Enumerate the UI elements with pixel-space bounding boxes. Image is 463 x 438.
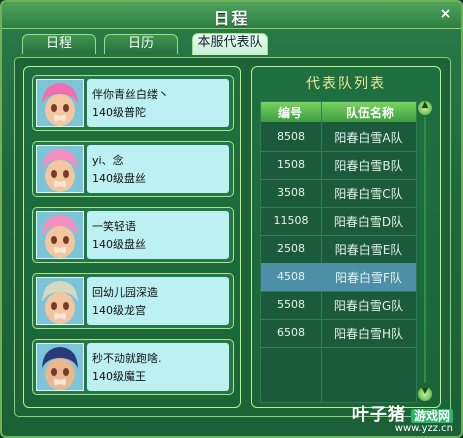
- team-id: 3508: [277, 186, 305, 199]
- character-portrait-icon: [36, 145, 84, 193]
- team-id: 11508: [273, 214, 309, 227]
- character-portrait-icon: [36, 343, 84, 391]
- schedule-window: 日程 × 日程 日历 本服代表队 伴你青丝白缕丶 140级普陀 yi、念 140级盘丝…: [0, 0, 463, 438]
- member-card[interactable]: 伴你青丝白缕丶 140级普陀: [32, 75, 234, 131]
- column-header-id: 编号: [278, 106, 303, 120]
- team-list-title: 代表队列表: [306, 76, 386, 92]
- table-header: 编号 队伍名称: [261, 102, 416, 122]
- team-id: 2508: [277, 242, 305, 255]
- member-info: 一笑轻语 140级盘丝: [87, 211, 229, 259]
- member-name: 一笑轻语: [92, 220, 136, 233]
- member-level: 140级魔王: [92, 370, 146, 383]
- character-portrait-icon: [36, 277, 84, 325]
- watermark-brand: 叶子猪: [351, 405, 406, 425]
- team-name: 阳春白雪D队: [333, 215, 404, 229]
- team-id: 4508: [277, 270, 305, 283]
- member-level: 140级普陀: [92, 106, 146, 119]
- column-header-name: 队伍名称: [346, 106, 395, 120]
- team-list-panel: 代表队列表 编号 队伍名称 8508 阳春白雪A队 1508 阳春白雪B队 3508 阳春…: [251, 66, 441, 408]
- table-row[interactable]: 3508 阳春白雪C队: [261, 179, 416, 208]
- member-card[interactable]: 秒不动就跑啥. 140级魔王: [32, 339, 234, 395]
- member-level: 140级龙宫: [92, 304, 146, 317]
- title-bar[interactable]: 日程 ×: [2, 2, 461, 29]
- member-name: 回幼儿园深造: [92, 286, 158, 299]
- team-name: 阳春白雪F队: [335, 271, 402, 285]
- close-icon[interactable]: ×: [438, 7, 453, 22]
- member-info: yi、念 140级盘丝: [87, 145, 229, 193]
- team-table: 编号 队伍名称 8508 阳春白雪A队 1508 阳春白雪B队 3508 阳春白雪C队 11…: [260, 101, 417, 403]
- team-name: 阳春白雪H队: [333, 327, 404, 341]
- scrollbar[interactable]: ▲ ▼: [418, 100, 432, 401]
- member-name: yi、念: [92, 154, 124, 167]
- member-list-panel: 伴你青丝白缕丶 140级普陀 yi、念 140级盘丝 一笑轻语 140级盘丝 回幼儿园深造 1…: [23, 66, 241, 408]
- table-row[interactable]: 8508 阳春白雪A队: [261, 123, 416, 152]
- member-level: 140级盘丝: [92, 172, 146, 185]
- character-portrait-icon: [36, 211, 84, 259]
- team-name: 阳春白雪C队: [334, 187, 403, 201]
- member-info: 秒不动就跑啥. 140级魔王: [87, 343, 229, 391]
- tab-schedule[interactable]: 日程: [22, 34, 96, 54]
- member-name: 秒不动就跑啥.: [92, 352, 162, 365]
- table-row[interactable]: 11508 阳春白雪D队: [261, 207, 416, 236]
- content-panel: 伴你青丝白缕丶 140级普陀 yi、念 140级盘丝 一笑轻语 140级盘丝 回幼儿园深造 1…: [14, 57, 451, 417]
- member-name: 伴你青丝白缕丶: [92, 88, 169, 101]
- scroll-up-icon[interactable]: ▲: [418, 100, 432, 115]
- scroll-down-icon[interactable]: ▼: [418, 386, 432, 401]
- table-row[interactable]: 5508 阳春白雪G队: [261, 291, 416, 320]
- window-title: 日程: [213, 9, 250, 28]
- table-row[interactable]: 6508 阳春白雪H队: [261, 319, 416, 348]
- team-id: 5508: [277, 298, 305, 311]
- member-info: 回幼儿园深造 140级龙宫: [87, 277, 229, 325]
- team-id: 6508: [277, 326, 305, 339]
- member-info: 伴你青丝白缕丶 140级普陀: [87, 79, 229, 127]
- team-id: 8508: [277, 130, 305, 143]
- watermark-tag: 游戏网: [410, 409, 453, 423]
- member-level: 140级盘丝: [92, 238, 146, 251]
- table-row[interactable]: 4508 阳春白雪F队: [261, 263, 416, 292]
- member-card[interactable]: 回幼儿园深造 140级龙宫: [32, 273, 234, 329]
- watermark: 叶子猪 游戏网 www.yzz.cn: [343, 400, 453, 434]
- tab-calendar[interactable]: 日历: [104, 34, 178, 54]
- team-name: 阳春白雪A队: [334, 131, 403, 145]
- member-card[interactable]: yi、念 140级盘丝: [32, 141, 234, 197]
- table-row[interactable]: 2508 阳春白雪E队: [261, 235, 416, 264]
- scroll-track[interactable]: [424, 117, 426, 383]
- team-name: 阳春白雪B队: [334, 159, 403, 173]
- scroll-up-glyph: ▲: [421, 100, 429, 110]
- team-id: 1508: [277, 158, 305, 171]
- member-card[interactable]: 一笑轻语 140级盘丝: [32, 207, 234, 263]
- team-name: 阳春白雪G队: [333, 299, 404, 313]
- team-name: 阳春白雪E队: [334, 243, 403, 257]
- table-row[interactable]: 1508 阳春白雪B队: [261, 151, 416, 180]
- character-portrait-icon: [36, 79, 84, 127]
- tab-server-team[interactable]: 本服代表队: [192, 33, 268, 55]
- scroll-down-glyph: ▼: [421, 386, 429, 396]
